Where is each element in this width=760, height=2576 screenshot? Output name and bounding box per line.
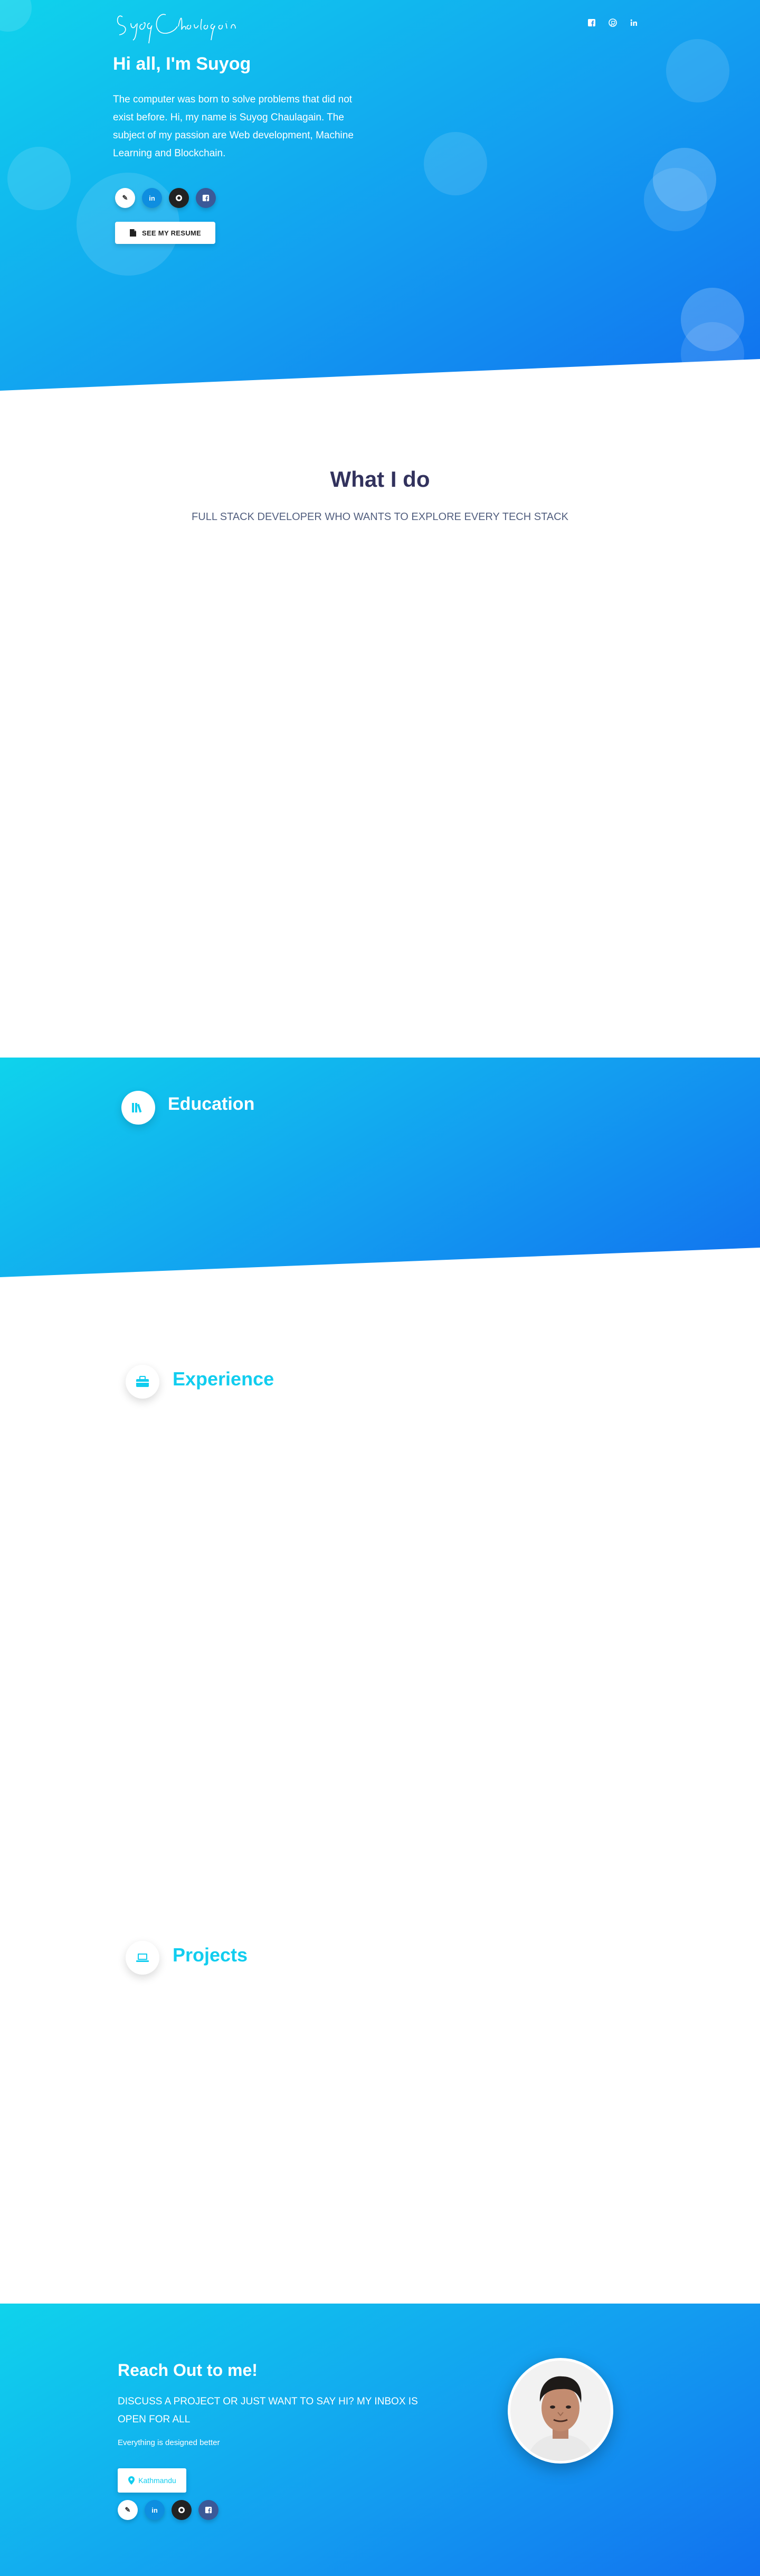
decor-circle [7, 147, 71, 210]
books-icon [121, 1091, 155, 1125]
github-icon[interactable] [607, 17, 619, 29]
github-icon[interactable] [169, 188, 189, 208]
email-icon[interactable]: ✎ [118, 2500, 138, 2520]
decor-circle [681, 322, 744, 385]
location-button[interactable]: Kathmandu [118, 2468, 186, 2493]
signature-logo[interactable] [113, 7, 255, 44]
decor-circle [644, 168, 707, 231]
what-i-do-title: What I do [330, 467, 430, 492]
decor-circle [666, 39, 729, 102]
linkedin-icon[interactable] [628, 17, 640, 29]
facebook-icon[interactable] [198, 2500, 218, 2520]
contact-note: Everything is designed better [118, 2438, 220, 2447]
facebook-icon[interactable] [586, 17, 597, 29]
see-resume-label: SEE MY RESUME [141, 229, 202, 237]
education-section [0, 1058, 760, 1277]
contact-subtitle: DISCUSS A PROJECT OR JUST WANT TO SAY HI… [118, 2396, 418, 2425]
what-i-do-subtitle: FULL STACK DEVELOPER WHO WANTS TO EXPLOR… [192, 511, 568, 523]
projects-title: Projects [173, 1944, 248, 1966]
hero-description: The computer was born to solve problems … [113, 94, 354, 159]
hero-section: Hi all, I'm Suyog The computer was born … [0, 0, 760, 391]
avatar [508, 2358, 613, 2464]
email-icon[interactable]: ✎ [115, 188, 135, 208]
contact-section [0, 2304, 760, 2576]
linkedin-icon[interactable]: in [142, 188, 162, 208]
laptop-icon [126, 1941, 159, 1975]
contact-social-row: ✎ in [118, 2500, 218, 2520]
hero-social-row: ✎ in [115, 188, 216, 208]
education-title: Education [168, 1094, 255, 1114]
location-pin-icon [128, 2476, 135, 2485]
contact-title: Reach Out to me! [118, 2361, 258, 2380]
decor-circle [0, 0, 32, 32]
facebook-icon[interactable] [196, 188, 216, 208]
hero-title: Hi all, I'm Suyog [113, 54, 251, 74]
location-label: Kathmandu [138, 2476, 176, 2485]
decor-circle [424, 132, 487, 195]
briefcase-icon [126, 1365, 159, 1399]
github-icon[interactable] [172, 2500, 192, 2520]
document-icon [129, 229, 136, 237]
see-resume-button[interactable]: SEE MY RESUME [115, 222, 215, 244]
experience-title: Experience [173, 1368, 274, 1390]
linkedin-icon[interactable]: in [145, 2500, 165, 2520]
top-social-nav [586, 17, 640, 29]
